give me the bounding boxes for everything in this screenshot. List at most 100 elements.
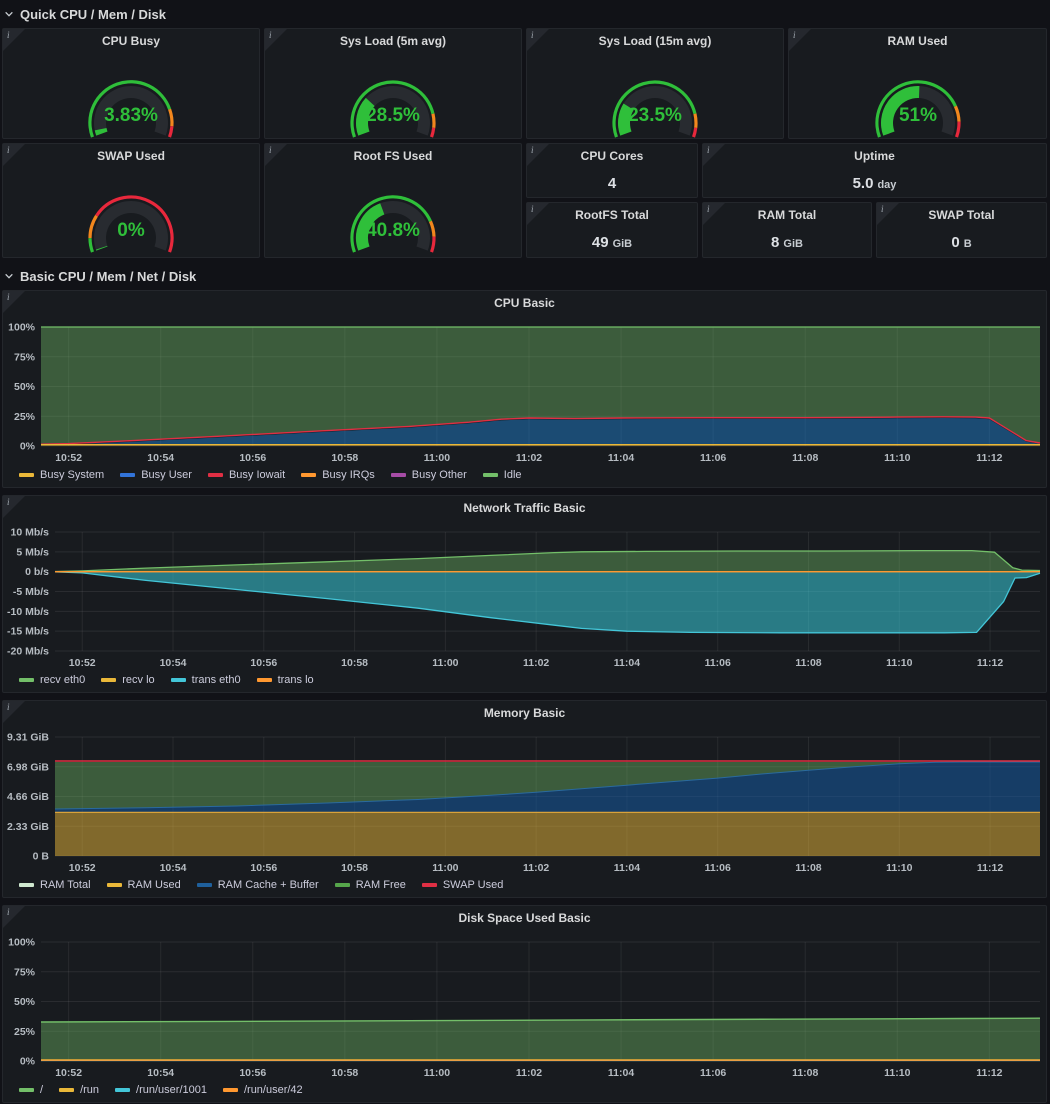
x-tick-label: 11:04 [614,862,640,874]
gauge-threshold-arc [430,221,434,236]
y-tick-label: 6.98 GiB [7,761,49,773]
stat-unit: day [877,179,896,191]
panel-uptime: iUptime5.0day [702,143,1047,198]
panel-title[interactable]: SWAP Total [877,208,1046,222]
legend-item-ram-cache-buffer[interactable]: RAM Cache + Buffer [197,879,319,891]
legend-label: Busy Iowait [229,469,285,481]
y-tick-label: 100% [8,322,36,334]
legend-swatch-icon [171,678,186,682]
series-area-recv-eth0 [55,551,1040,572]
chart-plot: 0%25%50%75%100%10:5210:5410:5610:5811:00… [3,906,1046,1102]
x-tick-label: 10:52 [69,657,96,669]
legend-item-recv-lo[interactable]: recv lo [101,674,154,686]
x-tick-label: 11:10 [884,1067,910,1079]
x-tick-label: 11:00 [424,1067,450,1079]
gauge: 40.8% [265,164,521,254]
legend-label: /run [80,1084,99,1096]
x-tick-label: 11:08 [792,452,818,464]
legend-item-idle[interactable]: Idle [483,469,522,481]
x-tick-label: 11:04 [614,657,640,669]
gauge-threshold-arc [432,237,434,252]
gauge-svg: 23.5% [575,49,735,139]
section-header-basic-cpu-mem-net-disk[interactable]: Basic CPU / Mem / Net / Disk [4,264,196,288]
x-tick-label: 10:52 [55,1067,82,1079]
series-area-ram-used [55,812,1040,856]
panel-title[interactable]: Uptime [703,149,1046,163]
grafana-dashboard: Quick CPU / Mem / Disk Basic CPU / Mem /… [0,0,1050,1104]
legend-swatch-icon [197,883,212,887]
legend-item-x[interactable]: / [19,1084,43,1096]
y-tick-label: 75% [14,351,36,363]
y-tick-label: 5 Mb/s [16,546,49,558]
x-tick-label: 11:02 [516,452,542,464]
legend-swatch-icon [422,883,437,887]
legend-item-ram-free[interactable]: RAM Free [335,879,406,891]
panel-title[interactable]: Root FS Used [265,149,521,163]
stat-value: 0B [877,234,1046,251]
legend-item-run[interactable]: /run [59,1084,99,1096]
x-tick-label: 11:12 [977,862,1003,874]
legend-label: Busy User [141,469,192,481]
y-tick-label: 0 B [33,851,50,863]
stat-unit: GiB [613,238,633,250]
gauge-threshold-arc [432,128,434,137]
x-tick-label: 11:02 [523,862,549,874]
x-tick-label: 10:52 [69,862,96,874]
gauge-threshold-arc [433,114,434,128]
x-tick-label: 11:06 [705,862,731,874]
x-tick-label: 10:54 [160,862,187,874]
legend-swatch-icon [208,473,223,477]
y-tick-label: 2.33 GiB [7,821,49,833]
x-tick-label: 10:54 [147,1067,174,1079]
panel-title[interactable]: CPU Busy [3,34,259,48]
legend-label: RAM Cache + Buffer [218,879,319,891]
gauge-value-text: 28.5% [366,105,420,126]
panel-title[interactable]: RootFS Total [527,208,697,222]
section-header-quick-cpu-mem-disk[interactable]: Quick CPU / Mem / Disk [4,2,166,26]
legend-item-trans-eth0[interactable]: trans eth0 [171,674,241,686]
chart-legend: recv eth0 recv lo trans eth0 trans lo [19,674,314,686]
y-tick-label: 75% [14,966,36,978]
legend-item-busy-system[interactable]: Busy System [19,469,104,481]
chart-plot: 10 Mb/s5 Mb/s0 b/s-5 Mb/s-10 Mb/s-15 Mb/… [3,496,1046,692]
legend-swatch-icon [19,473,34,477]
panel-sys-load-15m-avg: iSys Load (15m avg)23.5% [526,28,784,139]
gauge-value-text: 23.5% [628,105,682,126]
stat-value: 4 [527,175,697,192]
legend-item-busy-other[interactable]: Busy Other [391,469,467,481]
panel-title[interactable]: CPU Cores [527,149,697,163]
panel-title[interactable]: Sys Load (5m avg) [265,34,521,48]
panel-title[interactable]: Sys Load (15m avg) [527,34,783,48]
panel-title[interactable]: SWAP Used [3,149,259,163]
panel-cpu-basic: iCPU Basic0%25%50%75%100%10:5210:5410:56… [2,290,1047,488]
gauge-value-text: 0% [117,220,145,241]
x-tick-label: 10:56 [239,452,266,464]
gauge: 28.5% [265,49,521,139]
legend-item-ram-total[interactable]: RAM Total [19,879,91,891]
x-tick-label: 11:04 [608,452,634,464]
legend-item-ram-used[interactable]: RAM Used [107,879,181,891]
panel-disk-space-used-basic: iDisk Space Used Basic0%25%50%75%100%10:… [2,905,1047,1103]
stat-value: 8GiB [703,234,871,251]
x-tick-label: 11:08 [792,1067,818,1079]
gauge-value-text: 40.8% [366,220,420,241]
x-tick-label: 10:58 [331,452,358,464]
y-tick-label: 50% [14,381,36,393]
panel-title[interactable]: RAM Total [703,208,871,222]
legend-label: /run/user/1001 [136,1084,207,1096]
legend-swatch-icon [301,473,316,477]
legend-item-busy-iowait[interactable]: Busy Iowait [208,469,285,481]
panel-title[interactable]: RAM Used [789,34,1046,48]
legend-item-run-user-42[interactable]: /run/user/42 [223,1084,303,1096]
legend-item-recv-eth0[interactable]: recv eth0 [19,674,85,686]
legend-swatch-icon [19,883,34,887]
legend-item-trans-lo[interactable]: trans lo [257,674,314,686]
x-tick-label: 11:08 [795,862,821,874]
legend-label: Busy System [40,469,104,481]
legend-item-swap-used[interactable]: SWAP Used [422,879,504,891]
gauge: 23.5% [527,49,783,139]
legend-item-busy-user[interactable]: Busy User [120,469,192,481]
legend-item-busy-irqs[interactable]: Busy IRQs [301,469,375,481]
gauge-threshold-arc [956,122,958,137]
legend-item-run-user-1001[interactable]: /run/user/1001 [115,1084,207,1096]
